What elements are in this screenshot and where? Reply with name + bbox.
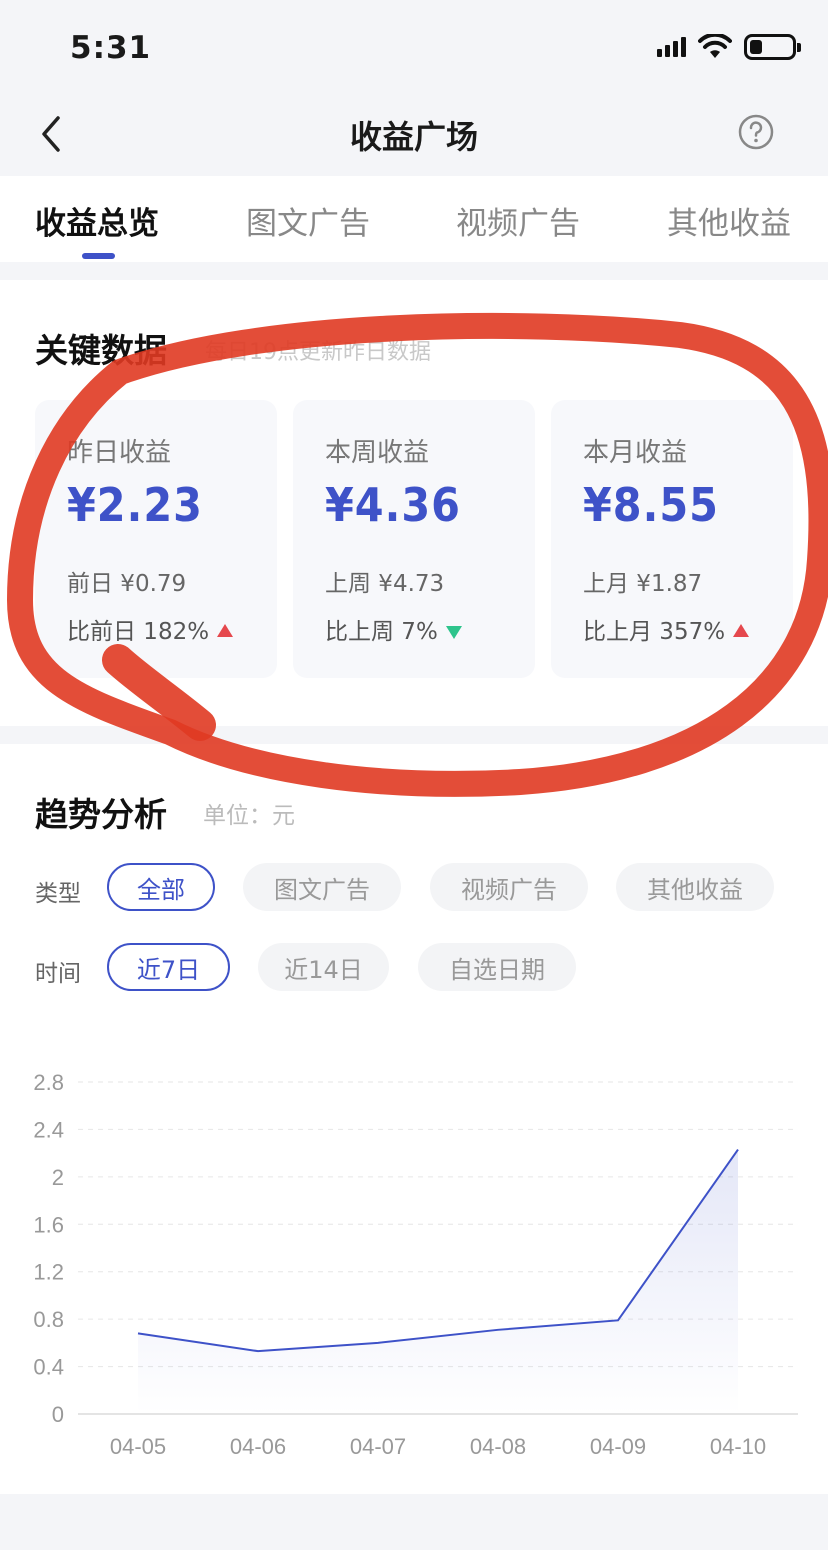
compare-text: 比上周 7% — [325, 619, 438, 645]
card-previous: 前日 ¥0.79 — [67, 571, 187, 597]
card-yesterday[interactable]: 昨日收益 ¥2.23 前日 ¥0.79 比前日 182% — [35, 400, 277, 678]
type-option-other[interactable]: 其他收益 — [616, 863, 774, 911]
y-tick-label: 2.4 — [33, 1117, 64, 1142]
trend-title: 趋势分析 — [35, 795, 167, 834]
x-tick-label: 04-06 — [230, 1434, 286, 1459]
x-tick-label: 04-05 — [110, 1434, 166, 1459]
wifi-icon — [698, 34, 732, 58]
key-data-section: 关键数据 每日19点更新昨日数据 昨日收益 ¥2.23 前日 ¥0.79 比前日… — [0, 280, 828, 726]
tab-other-income[interactable]: 其他收益 — [667, 198, 791, 243]
tab-bar: 收益总览 图文广告 视频广告 其他收益 — [0, 176, 828, 262]
card-previous: 上周 ¥4.73 — [325, 571, 445, 597]
y-tick-label: 0 — [52, 1402, 64, 1427]
x-tick-label: 04-10 — [710, 1434, 766, 1459]
signal-icon — [657, 37, 686, 57]
status-time: 5:31 — [70, 30, 152, 66]
trend-section: 趋势分析 单位：元 类型 全部 图文广告 视频广告 其他收益 时间 近7日 近1… — [0, 744, 828, 1494]
type-filter-label: 类型 — [35, 881, 81, 907]
tab-image-text-ads[interactable]: 图文广告 — [246, 198, 370, 243]
card-value: ¥2.23 — [67, 478, 203, 532]
card-value: ¥4.36 — [325, 478, 461, 532]
type-option-all[interactable]: 全部 — [107, 863, 215, 911]
card-value: ¥8.55 — [583, 478, 719, 532]
tab-overview[interactable]: 收益总览 — [35, 198, 159, 243]
down-arrow-icon — [445, 626, 462, 639]
card-compare: 比上月 357% — [583, 612, 750, 646]
time-option-14d[interactable]: 近14日 — [258, 943, 389, 991]
type-option-video[interactable]: 视频广告 — [430, 863, 588, 911]
nav-bar: 收益广场 — [0, 96, 828, 176]
y-tick-label: 2.8 — [33, 1070, 64, 1095]
trend-unit: 单位：元 — [203, 803, 295, 829]
card-this-week[interactable]: 本周收益 ¥4.36 上周 ¥4.73 比上周 7% — [293, 400, 535, 678]
y-tick-label: 1.2 — [33, 1260, 64, 1285]
compare-text: 比前日 182% — [67, 619, 210, 645]
x-tick-label: 04-08 — [470, 1434, 526, 1459]
up-arrow-icon — [733, 624, 750, 637]
card-this-month[interactable]: 本月收益 ¥8.55 上月 ¥1.87 比上月 357% — [551, 400, 793, 678]
y-tick-label: 0.8 — [33, 1307, 64, 1332]
help-icon[interactable] — [738, 114, 774, 150]
y-tick-label: 0.4 — [33, 1355, 64, 1380]
time-option-7d[interactable]: 近7日 — [107, 943, 230, 991]
card-label: 昨日收益 — [67, 438, 172, 468]
time-filter-label: 时间 — [35, 961, 81, 987]
key-data-title: 关键数据 — [35, 331, 167, 370]
key-data-subtitle: 每日19点更新昨日数据 — [205, 340, 431, 365]
time-option-custom[interactable]: 自选日期 — [418, 943, 576, 991]
type-option-image-text[interactable]: 图文广告 — [243, 863, 401, 911]
tab-active-indicator — [82, 253, 115, 259]
series-area — [138, 1149, 738, 1414]
x-tick-label: 04-09 — [590, 1434, 646, 1459]
y-tick-label: 1.6 — [33, 1212, 64, 1237]
status-icons — [657, 34, 801, 60]
y-tick-label: 2 — [52, 1165, 64, 1190]
card-label: 本月收益 — [583, 438, 688, 468]
battery-icon — [744, 34, 801, 60]
up-arrow-icon — [217, 624, 234, 637]
tab-video-ads[interactable]: 视频广告 — [456, 198, 580, 243]
status-bar: 5:31 — [0, 0, 828, 96]
compare-text: 比上月 357% — [583, 619, 726, 645]
card-compare: 比上周 7% — [325, 612, 462, 646]
card-label: 本周收益 — [325, 438, 430, 468]
card-previous: 上月 ¥1.87 — [583, 571, 703, 597]
x-tick-label: 04-07 — [350, 1434, 406, 1459]
card-compare: 比前日 182% — [67, 612, 234, 646]
trend-chart: 2.8 2.4 2 1.6 1.2 0.8 0.4 0 04-05 04-06 04-07 04-08… — [33, 1070, 798, 1459]
page-title: 收益广场 — [349, 118, 478, 156]
